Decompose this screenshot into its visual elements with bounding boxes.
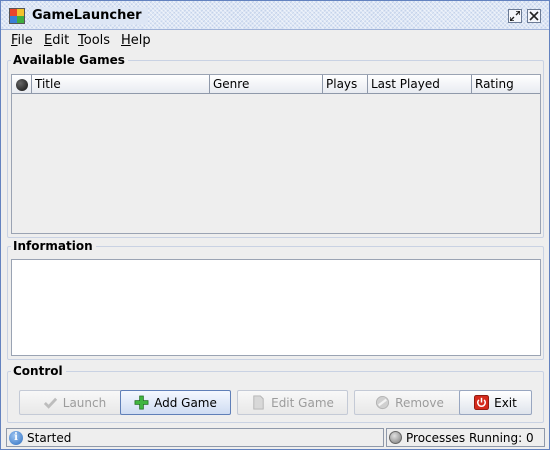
column-header-genre[interactable]: Genre xyxy=(210,75,323,94)
info-icon: i xyxy=(9,430,23,445)
edit-game-button-label: Edit Game xyxy=(271,395,334,410)
close-icon xyxy=(529,11,539,21)
games-table-header: Title Genre Plays Last Played Rating xyxy=(12,75,540,94)
remove-button[interactable]: Remove xyxy=(354,390,465,415)
status-column-header[interactable] xyxy=(12,75,32,94)
exit-button[interactable]: Exit xyxy=(459,390,532,415)
information-text-area[interactable] xyxy=(11,259,541,356)
plus-icon xyxy=(134,395,149,410)
add-game-button[interactable]: Add Game xyxy=(120,390,231,415)
processes-running-label: Processes Running: 0 xyxy=(406,430,534,445)
menu-tools[interactable]: Tools xyxy=(78,33,110,49)
edit-game-button[interactable]: Edit Game xyxy=(237,390,348,415)
title-bar[interactable]: GameLauncher xyxy=(1,1,549,30)
column-header-last-played[interactable]: Last Played xyxy=(368,75,472,94)
menu-file[interactable]: File xyxy=(11,33,33,49)
menu-help[interactable]: Help xyxy=(121,33,151,49)
game-launcher-icon xyxy=(9,8,25,24)
menu-bar: File Edit Tools Help xyxy=(1,31,549,51)
add-game-button-label: Add Game xyxy=(154,395,217,410)
document-icon xyxy=(253,395,264,410)
processes-running-cell: Processes Running: 0 xyxy=(386,428,545,447)
column-header-plays[interactable]: Plays xyxy=(323,75,368,94)
menu-edit[interactable]: Edit xyxy=(44,33,69,49)
window-title: GameLauncher xyxy=(30,8,148,24)
status-dot-icon xyxy=(15,78,28,91)
status-message: Started xyxy=(27,430,72,445)
control-title: Control xyxy=(11,363,66,379)
process-indicator-icon xyxy=(389,431,402,444)
launch-button[interactable]: Launch xyxy=(19,390,130,415)
restore-button[interactable] xyxy=(508,9,522,23)
information-title: Information xyxy=(11,238,96,254)
status-message-cell: i Started xyxy=(6,428,384,447)
status-bar: i Started Processes Running: 0 xyxy=(1,427,549,449)
column-header-title[interactable]: Title xyxy=(32,75,210,94)
games-table[interactable]: Title Genre Plays Last Played Rating xyxy=(11,74,541,234)
game-launcher-window: GameLauncher File Edit Tools Help Availa… xyxy=(0,0,550,450)
checkmark-icon xyxy=(43,397,57,409)
exit-button-label: Exit xyxy=(494,395,517,410)
column-header-rating[interactable]: Rating xyxy=(472,75,540,94)
power-icon xyxy=(474,395,490,410)
launch-button-label: Launch xyxy=(62,395,107,410)
no-entry-icon xyxy=(376,395,390,410)
close-button[interactable] xyxy=(527,9,541,23)
available-games-title: Available Games xyxy=(11,52,128,68)
restore-icon xyxy=(510,11,520,21)
remove-button-label: Remove xyxy=(395,395,444,410)
